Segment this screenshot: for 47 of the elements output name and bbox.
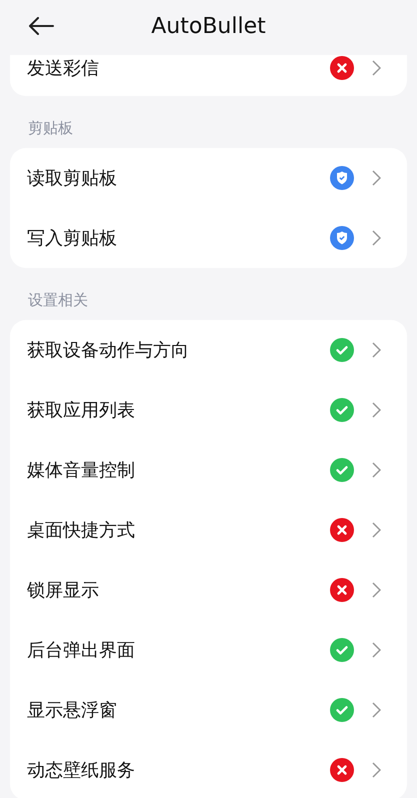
page-title: AutoBullet [151,14,266,38]
chevron-right-icon [372,402,381,418]
check-icon [330,638,354,662]
permission-label: 桌面快捷方式 [27,519,136,542]
permission-label: 获取设备动作与方向 [27,339,190,362]
permission-row[interactable]: 显示悬浮窗 [10,680,407,740]
permission-row[interactable]: 后台弹出界面 [10,620,407,680]
permission-label: 读取剪贴板 [27,167,118,190]
check-icon [330,398,354,422]
permission-label: 获取应用列表 [27,399,136,422]
check-icon [330,698,354,722]
chevron-right-icon [372,60,381,76]
cross-icon [330,578,354,602]
check-icon [330,338,354,362]
permission-label: 写入剪贴板 [27,227,118,250]
chevron-right-icon [372,462,381,478]
permission-row[interactable]: 动态壁纸服务 [10,740,407,798]
back-icon[interactable] [28,17,54,35]
chevron-right-icon [372,342,381,358]
cross-icon [330,518,354,542]
permission-label: 后台弹出界面 [27,639,136,662]
permission-row[interactable]: 获取应用列表 [10,380,407,440]
permission-label: 媒体音量控制 [27,459,136,482]
cross-icon [330,758,354,782]
check-icon [330,458,354,482]
permission-row[interactable]: 写入剪贴板 [10,208,407,268]
permission-label: 发送彩信 [27,57,100,80]
section-title: 设置相关 [27,290,89,311]
chevron-right-icon [372,582,381,598]
permission-row[interactable]: 桌面快捷方式 [10,500,407,560]
permission-row[interactable]: 锁屏显示 [10,560,407,620]
permission-row[interactable]: 获取设备动作与方向 [10,320,407,380]
chevron-right-icon [372,522,381,538]
section-title: 剪贴板 [27,118,74,139]
permission-row[interactable]: 读取剪贴板 [10,148,407,208]
chevron-right-icon [372,702,381,718]
chevron-right-icon [372,642,381,658]
chevron-right-icon [372,762,381,778]
permission-label: 锁屏显示 [27,579,100,602]
shield-icon [330,166,354,190]
permission-row[interactable]: 发送彩信 [10,55,407,96]
chevron-right-icon [372,170,381,186]
chevron-right-icon [372,230,381,246]
permission-label: 动态壁纸服务 [27,759,136,782]
shield-icon [330,226,354,250]
permission-row[interactable]: 媒体音量控制 [10,440,407,500]
permission-label: 显示悬浮窗 [27,699,118,722]
